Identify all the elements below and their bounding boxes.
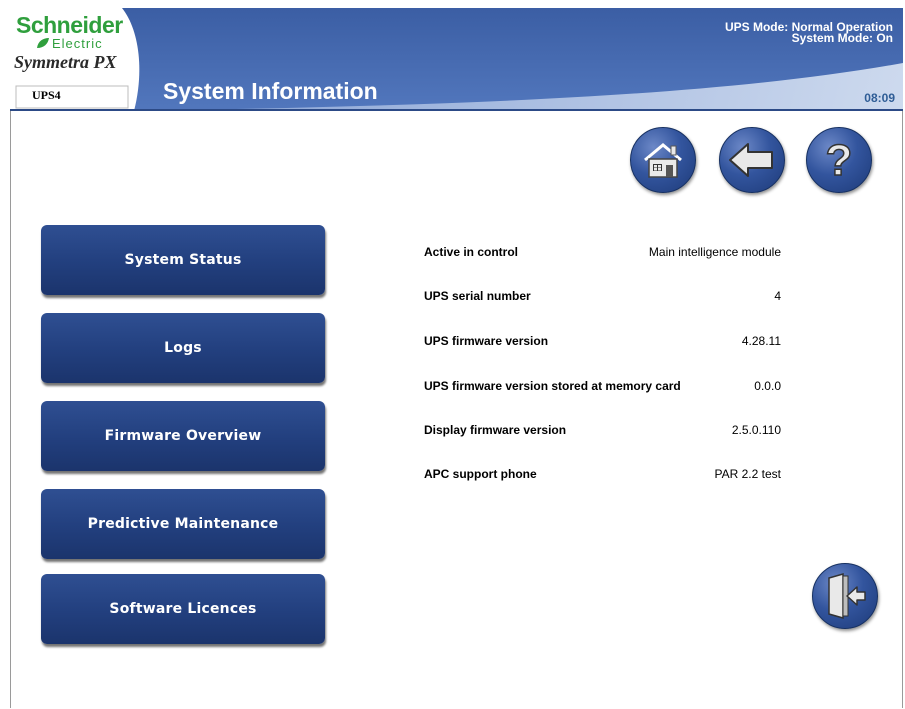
- help-icon: ?: [825, 135, 853, 186]
- exit-button[interactable]: [812, 563, 878, 629]
- info-value-display-firmware: 2.5.0.110: [731, 423, 781, 437]
- menu-label: System Status: [124, 252, 242, 268]
- menu-label: Predictive Maintenance: [87, 516, 279, 532]
- info-value-support-phone: PAR 2.2 test: [714, 467, 781, 481]
- menu-label: Software Licences: [109, 601, 257, 617]
- brand-sub: Electric: [52, 36, 103, 51]
- menu-firmware-overview-button[interactable]: Firmware Overview: [41, 401, 325, 471]
- back-button[interactable]: [719, 127, 785, 193]
- system-mode: System Mode: On: [791, 31, 893, 45]
- menu-system-status-button[interactable]: System Status: [41, 225, 325, 295]
- menu-label: Firmware Overview: [104, 428, 262, 444]
- mode-status: UPS Mode: Normal Operation System Mode: …: [725, 21, 893, 45]
- brand-name: Schneider: [16, 12, 123, 38]
- clock: 08:09: [864, 91, 895, 105]
- ups-id: UPS4: [32, 88, 61, 102]
- menu-predictive-maintenance-button[interactable]: Predictive Maintenance: [41, 489, 325, 559]
- info-label-support-phone: APC support phone: [424, 467, 537, 481]
- back-arrow-icon: [729, 143, 773, 177]
- home-icon: [644, 143, 682, 178]
- info-label-display-firmware: Display firmware version: [424, 423, 567, 437]
- page-title: System Information: [163, 78, 378, 104]
- leaf-icon: [37, 38, 49, 48]
- product-name: Symmetra PX: [14, 52, 117, 72]
- info-label-memory-card-firmware: UPS firmware version stored at memory ca…: [424, 379, 681, 393]
- info-value-serial-number: 4: [774, 289, 781, 303]
- brand-logo: Schneider Electric Symmetra PX UPS4: [10, 8, 134, 111]
- svg-text:?: ?: [826, 136, 853, 185]
- help-button[interactable]: ?: [806, 127, 872, 193]
- info-value-memory-card-firmware: 0.0.0: [754, 379, 781, 393]
- home-button[interactable]: [630, 127, 696, 193]
- menu-logs-button[interactable]: Logs: [41, 313, 325, 383]
- header-bar: Schneider Electric Symmetra PX UPS4 Syst…: [10, 8, 903, 111]
- info-label-active-in-control: Active in control: [424, 245, 519, 259]
- exit-door-icon: [828, 573, 866, 619]
- menu-software-licences-button[interactable]: Software Licences: [41, 574, 325, 644]
- info-value-ups-firmware: 4.28.11: [741, 334, 781, 348]
- info-label-serial-number: UPS serial number: [424, 289, 531, 303]
- info-value-active-in-control: Main intelligence module: [648, 245, 781, 259]
- menu-label: Logs: [164, 340, 202, 356]
- info-label-ups-firmware: UPS firmware version: [424, 334, 549, 348]
